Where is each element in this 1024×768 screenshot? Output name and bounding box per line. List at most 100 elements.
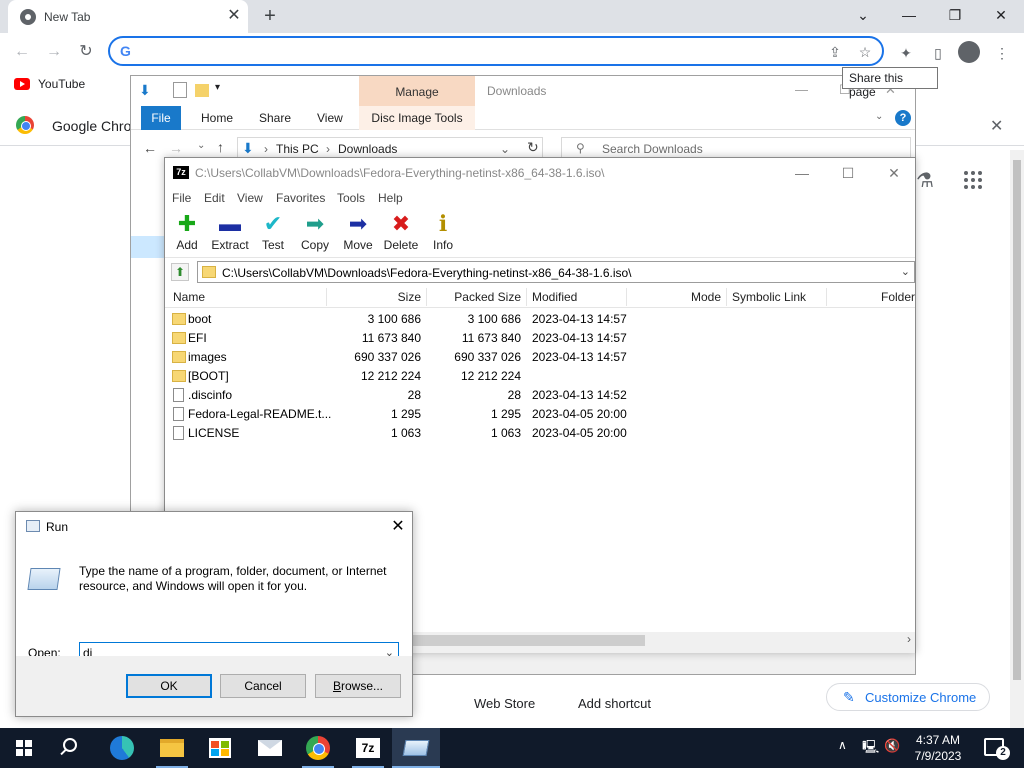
taskbar-store[interactable] [196,728,244,768]
tab-manage[interactable]: Manage [359,76,475,106]
taskbar-run[interactable] [392,728,440,768]
back-arrow-icon[interactable]: ← [10,41,34,65]
properties-icon[interactable] [173,82,187,98]
omnibox-input[interactable] [142,41,822,61]
table-row[interactable]: Fedora-Legal-README.t... 1 295 1 295 2023-0… [165,405,915,424]
bookmark-star-icon[interactable]: ☆ [856,43,874,61]
taskbar-mail[interactable] [246,728,294,768]
sevenzip-close-icon[interactable]: ✕ [879,162,909,184]
sevenzip-path-combo[interactable]: C:\Users\CollabVM\Downloads\Fedora-Every… [197,261,915,283]
tab-disc-image-tools[interactable]: Disc Image Tools [359,106,475,130]
path-dropdown-icon[interactable]: ⌄ [901,265,910,278]
taskbar-edge[interactable] [98,728,146,768]
scroll-right-icon[interactable]: › [907,632,911,646]
start-button[interactable] [0,728,48,768]
explorer-back-icon[interactable]: ← [143,140,157,156]
tool-info-button[interactable]: ℹ Info [421,212,465,256]
minimize-icon[interactable]: — [886,0,932,30]
bookmark-youtube[interactable]: YouTube [38,77,85,91]
run-icon [402,740,430,756]
tab-file[interactable]: File [141,106,181,130]
tab-new-tab[interactable]: New Tab ✕ [8,0,248,33]
share-icon[interactable]: ⇪ [826,43,844,61]
tab-share[interactable]: Share [259,111,291,125]
taskbar-chrome[interactable] [294,728,342,768]
explorer-refresh-icon[interactable]: ↻ [527,139,539,156]
google-apps-grid-icon[interactable] [964,171,982,189]
new-folder-icon[interactable] [195,84,209,97]
table-row[interactable]: images 690 337 026 690 337 026 2023-04-13 1… [165,348,915,367]
column-name[interactable]: Name [173,290,205,304]
tab-home[interactable]: Home [201,111,233,125]
network-icon[interactable]: 🖳 [862,738,879,768]
profile-avatar-icon[interactable] [958,41,980,63]
help-icon[interactable]: ? [895,110,911,126]
ok-button[interactable]: OK [126,674,212,698]
column-modified[interactable]: Modified [532,290,577,304]
tool-extract-button[interactable]: ▬ Extract [208,212,252,256]
customize-chrome-button[interactable]: ✎ Customize Chrome [826,683,990,711]
tool-add-button[interactable]: ✚ Add [165,212,209,256]
column-mode[interactable]: Mode [627,290,721,304]
path-downloads[interactable]: Downloads [338,142,397,156]
cancel-button[interactable]: Cancel [220,674,306,698]
path-this-pc[interactable]: This PC [276,142,319,156]
omnibox[interactable]: G ⇪ ☆ [108,36,884,66]
table-row[interactable]: boot 3 100 686 3 100 686 2023-04-13 14:57 [165,310,915,329]
tool-copy-button[interactable]: ➡ Copy [293,212,337,256]
table-row[interactable]: .discinfo 28 28 2023-04-13 14:52 [165,386,915,405]
taskbar-file-explorer[interactable] [148,728,196,768]
tab-view[interactable]: View [317,111,343,125]
run-close-icon[interactable]: ✕ [386,516,410,538]
ntp-shortcut-webstore[interactable]: Web Store [474,696,535,711]
explorer-forward-icon[interactable]: → [169,140,183,156]
taskbar-clock[interactable]: 4:37 AM 7/9/2023 [898,732,978,764]
labs-flask-icon[interactable]: ⚗ [916,168,934,193]
tool-test-button[interactable]: ✔ Test [251,212,295,256]
sevenzip-minimize-icon[interactable]: — [787,162,817,184]
infobar-close-icon[interactable]: ✕ [990,116,1003,136]
tab-search-chevron-icon[interactable]: ⌄ [840,0,886,30]
sevenzip-maximize-icon[interactable]: ☐ [833,162,863,184]
tool-move-button[interactable]: ➡ Move [336,212,380,256]
up-folder-icon[interactable]: ⬆ [171,263,189,281]
recent-locations-icon[interactable]: ⌄ [197,140,205,151]
column-folder[interactable]: Folder [827,290,915,304]
forward-arrow-icon[interactable]: → [42,41,66,65]
delete-icon: ✖ [391,211,411,236]
path-dropdown-icon[interactable]: ⌄ [500,142,510,156]
down-arrow-icon[interactable]: ⬇ [139,82,153,98]
notification-center-icon[interactable]: 2 [984,738,1010,760]
up-arrow-icon[interactable]: ↑ [217,139,224,155]
chrome-menu-icon[interactable]: ⋮ [990,41,1014,65]
taskbar-7zip[interactable]: 7z [344,728,392,768]
column-packed-size[interactable]: Packed Size [427,290,521,304]
tray-overflow-icon[interactable]: ∧ [838,738,847,768]
tab-close-icon[interactable]: ✕ [224,6,244,26]
ribbon-expand-icon[interactable]: ⌄ [875,111,883,122]
menu-file[interactable]: File [172,191,191,205]
chrome-scrollbar[interactable] [1010,150,1024,728]
menu-view[interactable]: View [237,191,263,205]
browse-button[interactable]: Browse... [315,674,401,698]
side-panel-icon[interactable]: ▯ [926,41,950,65]
menu-help[interactable]: Help [378,191,403,205]
tool-delete-button[interactable]: ✖ Delete [379,212,423,256]
new-tab-button[interactable]: + [258,4,282,28]
menu-edit[interactable]: Edit [204,191,225,205]
taskbar-search-button[interactable] [48,728,96,768]
restore-icon[interactable]: ❐ [932,0,978,30]
reload-icon[interactable]: ↻ [74,41,98,65]
extensions-puzzle-icon[interactable]: ✦ [894,41,918,65]
table-row[interactable]: [BOOT] 12 212 224 12 212 224 [165,367,915,386]
column-size[interactable]: Size [327,290,421,304]
menu-favorites[interactable]: Favorites [276,191,325,205]
qat-dropdown-icon[interactable]: ▾ [215,82,229,98]
close-icon[interactable]: ✕ [978,0,1024,30]
column-symbolic-link[interactable]: Symbolic Link [732,290,806,304]
table-row[interactable]: LICENSE 1 063 1 063 2023-04-05 20:00 [165,424,915,443]
menu-tools[interactable]: Tools [337,191,365,205]
table-row[interactable]: EFI 11 673 840 11 673 840 2023-04-13 14:57 [165,329,915,348]
ntp-add-shortcut[interactable]: Add shortcut [578,696,651,711]
explorer-minimize-icon[interactable]: — [795,82,808,97]
